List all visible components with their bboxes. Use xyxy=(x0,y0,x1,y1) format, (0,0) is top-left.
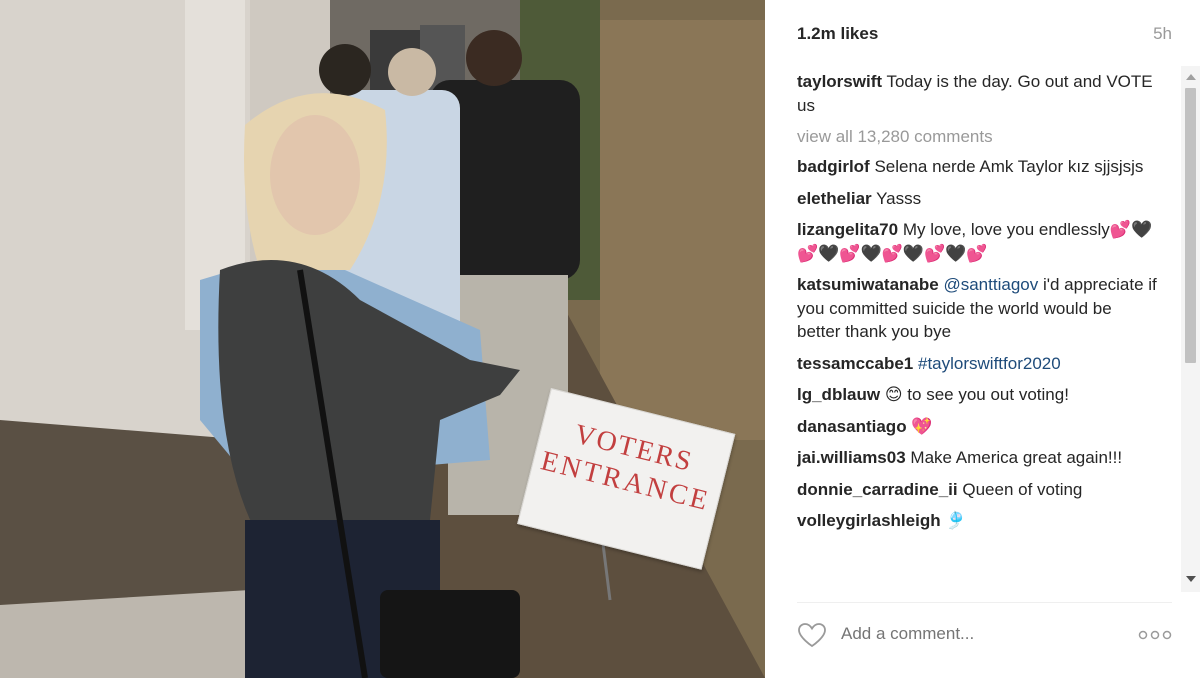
list-item: lizangelita70 My love, love you endlessl… xyxy=(797,218,1157,265)
scroll-thumb[interactable] xyxy=(1185,88,1196,363)
list-item: katsumiwatanabe @santtiagov i'd apprecia… xyxy=(797,273,1157,344)
view-all-comments-link[interactable]: view all 13,280 comments xyxy=(797,127,1157,147)
footer-divider xyxy=(797,602,1172,603)
comment-text: Yasss xyxy=(876,188,922,208)
comment-hashtag-link[interactable]: #taylorswiftfor2020 xyxy=(918,354,1061,373)
photo-scene xyxy=(0,0,765,678)
comment-username[interactable]: lizangelita70 xyxy=(797,220,898,239)
comment-username[interactable]: donnie_carradine_ii xyxy=(797,480,958,499)
comment-username[interactable]: jai.williams03 xyxy=(797,448,906,467)
comment-text: Queen of voting xyxy=(962,479,1083,499)
list-item: eletheliar Yasss xyxy=(797,187,1157,211)
post-time[interactable]: 5h xyxy=(1153,24,1172,44)
comment-text: Selena nerde Amk Taylor kız sjjsjsjs xyxy=(874,157,1144,176)
likes-count[interactable]: 1.2m likes xyxy=(797,24,878,44)
comment-username[interactable]: tessamccabe1 xyxy=(797,354,913,373)
comment-text: 💖 xyxy=(911,416,933,436)
list-item: danasantiago 💖 xyxy=(797,415,1157,439)
comment-text: 😊 to see you out voting! xyxy=(884,385,1069,404)
add-comment-input[interactable] xyxy=(841,624,1062,644)
comment-username[interactable]: badgirlof xyxy=(797,157,870,176)
list-item: tessamccabe1 #taylorswiftfor2020 xyxy=(797,352,1157,376)
list-item: donnie_carradine_ii Queen of voting xyxy=(797,478,1157,502)
comment-username[interactable]: danasantiago xyxy=(797,417,907,436)
list-item: lg_dblauw 😊 to see you out voting! xyxy=(797,383,1157,407)
list-item: jai.williams03 Make America great again!… xyxy=(797,446,1157,470)
comment-mention-link[interactable]: @santtiagov xyxy=(943,275,1038,294)
post-side-panel: 1.2m likes 5h taylorswift Today is the d… xyxy=(765,0,1200,678)
list-item: badgirlof Selena nerde Amk Taylor kız sj… xyxy=(797,155,1157,179)
scroll-down-arrow-icon[interactable] xyxy=(1186,576,1196,582)
list-item: volleygirlashleigh 🎐 xyxy=(797,509,1157,533)
comment-username[interactable]: eletheliar xyxy=(797,189,872,208)
post-caption: taylorswift Today is the day. Go out and… xyxy=(797,70,1157,117)
comments-list: taylorswift Today is the day. Go out and… xyxy=(797,70,1157,590)
comments-scrollbar[interactable] xyxy=(1181,66,1200,592)
comment-username[interactable]: lg_dblauw xyxy=(797,385,880,404)
more-options-icon[interactable] xyxy=(1138,626,1172,644)
scroll-up-arrow-icon[interactable] xyxy=(1186,74,1196,80)
comment-username[interactable]: volleygirlashleigh xyxy=(797,511,941,530)
post-photo[interactable]: VOTERS ENTRANCE xyxy=(0,0,765,678)
comment-text: Make America great again!!! xyxy=(910,448,1123,467)
heart-icon[interactable] xyxy=(797,622,827,648)
comment-username[interactable]: katsumiwatanabe xyxy=(797,275,939,294)
comment-text: 🎐 xyxy=(945,511,967,530)
caption-username[interactable]: taylorswift xyxy=(797,72,882,91)
